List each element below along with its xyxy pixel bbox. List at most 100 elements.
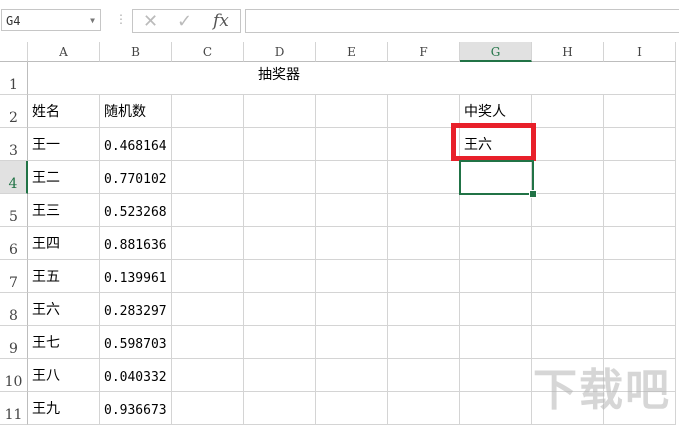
row-header-8[interactable]: 8 [0,293,28,326]
column-header-D[interactable]: D [244,42,316,62]
row-header-3[interactable]: 3 [0,128,28,161]
drag-handle-icon[interactable]: ⋮ [115,12,127,26]
cell-C7[interactable] [172,260,244,293]
cell-C6[interactable] [172,227,244,260]
cell-A2[interactable]: 姓名 [28,95,100,128]
cell-I7[interactable] [604,260,676,293]
cell-H7[interactable] [532,260,604,293]
cell-F9[interactable] [388,326,460,359]
column-header-A[interactable]: A [28,42,100,62]
row-header-5[interactable]: 5 [0,194,28,227]
cell-A11[interactable]: 王九 [28,392,100,425]
cell-D11[interactable] [244,392,316,425]
cell-I8[interactable] [604,293,676,326]
cell-D8[interactable] [244,293,316,326]
cell-H2[interactable] [532,95,604,128]
cell-E3[interactable] [316,128,388,161]
cell-D7[interactable] [244,260,316,293]
cell-B9[interactable]: 0.598703 [100,326,172,359]
column-header-C[interactable]: C [172,42,244,62]
cell-A5[interactable]: 王三 [28,194,100,227]
cell-A10[interactable]: 王八 [28,359,100,392]
cell-H5[interactable] [532,194,604,227]
formula-input[interactable] [245,9,679,33]
cell-E10[interactable] [316,359,388,392]
cell-B11[interactable]: 0.936673 [100,392,172,425]
cell-C5[interactable] [172,194,244,227]
cell-C11[interactable] [172,392,244,425]
cell-D9[interactable] [244,326,316,359]
cell-G8[interactable] [460,293,532,326]
cell-D10[interactable] [244,359,316,392]
cell-A1-title-merged[interactable]: 抽奖器 [28,62,676,95]
cell-B6[interactable]: 0.881636 [100,227,172,260]
column-header-I[interactable]: I [604,42,676,62]
select-all-corner[interactable] [0,42,28,62]
cell-E11[interactable] [316,392,388,425]
cell-I3[interactable] [604,128,676,161]
cell-C2[interactable] [172,95,244,128]
cell-B8[interactable]: 0.283297 [100,293,172,326]
cell-E7[interactable] [316,260,388,293]
cell-D2[interactable] [244,95,316,128]
cell-A4[interactable]: 王二 [28,161,100,194]
row-header-11[interactable]: 11 [0,392,28,425]
cell-G10[interactable] [460,359,532,392]
cell-H4[interactable] [532,161,604,194]
column-header-G[interactable]: G [460,42,532,62]
cell-I6[interactable] [604,227,676,260]
cell-E6[interactable] [316,227,388,260]
cell-F10[interactable] [388,359,460,392]
cell-E9[interactable] [316,326,388,359]
row-header-4[interactable]: 4 [0,161,28,194]
cell-G11[interactable] [460,392,532,425]
cell-B10[interactable]: 0.040332 [100,359,172,392]
row-header-2[interactable]: 2 [0,95,28,128]
cell-E2[interactable] [316,95,388,128]
cell-F4[interactable] [388,161,460,194]
cell-I5[interactable] [604,194,676,227]
cell-C4[interactable] [172,161,244,194]
cell-C3[interactable] [172,128,244,161]
cell-E4[interactable] [316,161,388,194]
cell-G5[interactable] [460,194,532,227]
cell-A9[interactable]: 王七 [28,326,100,359]
cell-B7[interactable]: 0.139961 [100,260,172,293]
name-box[interactable]: G4 ▼ [1,9,101,31]
fill-handle[interactable] [529,190,537,198]
cell-H3[interactable] [532,128,604,161]
row-header-10[interactable]: 10 [0,359,28,392]
column-header-E[interactable]: E [316,42,388,62]
cell-F3[interactable] [388,128,460,161]
enter-icon[interactable]: ✓ [177,11,192,32]
cell-F6[interactable] [388,227,460,260]
column-header-F[interactable]: F [388,42,460,62]
cell-A7[interactable]: 王五 [28,260,100,293]
cell-F7[interactable] [388,260,460,293]
chevron-down-icon[interactable]: ▼ [90,10,95,32]
cell-C9[interactable] [172,326,244,359]
cell-D5[interactable] [244,194,316,227]
cell-F8[interactable] [388,293,460,326]
column-header-H[interactable]: H [532,42,604,62]
cell-I4[interactable] [604,161,676,194]
row-header-9[interactable]: 9 [0,326,28,359]
cell-I2[interactable] [604,95,676,128]
cell-C10[interactable] [172,359,244,392]
cell-D3[interactable] [244,128,316,161]
row-header-6[interactable]: 6 [0,227,28,260]
cell-H8[interactable] [532,293,604,326]
cell-G6[interactable] [460,227,532,260]
cell-A8[interactable]: 王六 [28,293,100,326]
cell-G7[interactable] [460,260,532,293]
cell-C8[interactable] [172,293,244,326]
cell-A3[interactable]: 王一 [28,128,100,161]
cell-B5[interactable]: 0.523268 [100,194,172,227]
cell-H6[interactable] [532,227,604,260]
cell-D6[interactable] [244,227,316,260]
cell-F2[interactable] [388,95,460,128]
cell-E5[interactable] [316,194,388,227]
cell-B2[interactable]: 随机数 [100,95,172,128]
cell-G9[interactable] [460,326,532,359]
cell-B3[interactable]: 0.468164 [100,128,172,161]
